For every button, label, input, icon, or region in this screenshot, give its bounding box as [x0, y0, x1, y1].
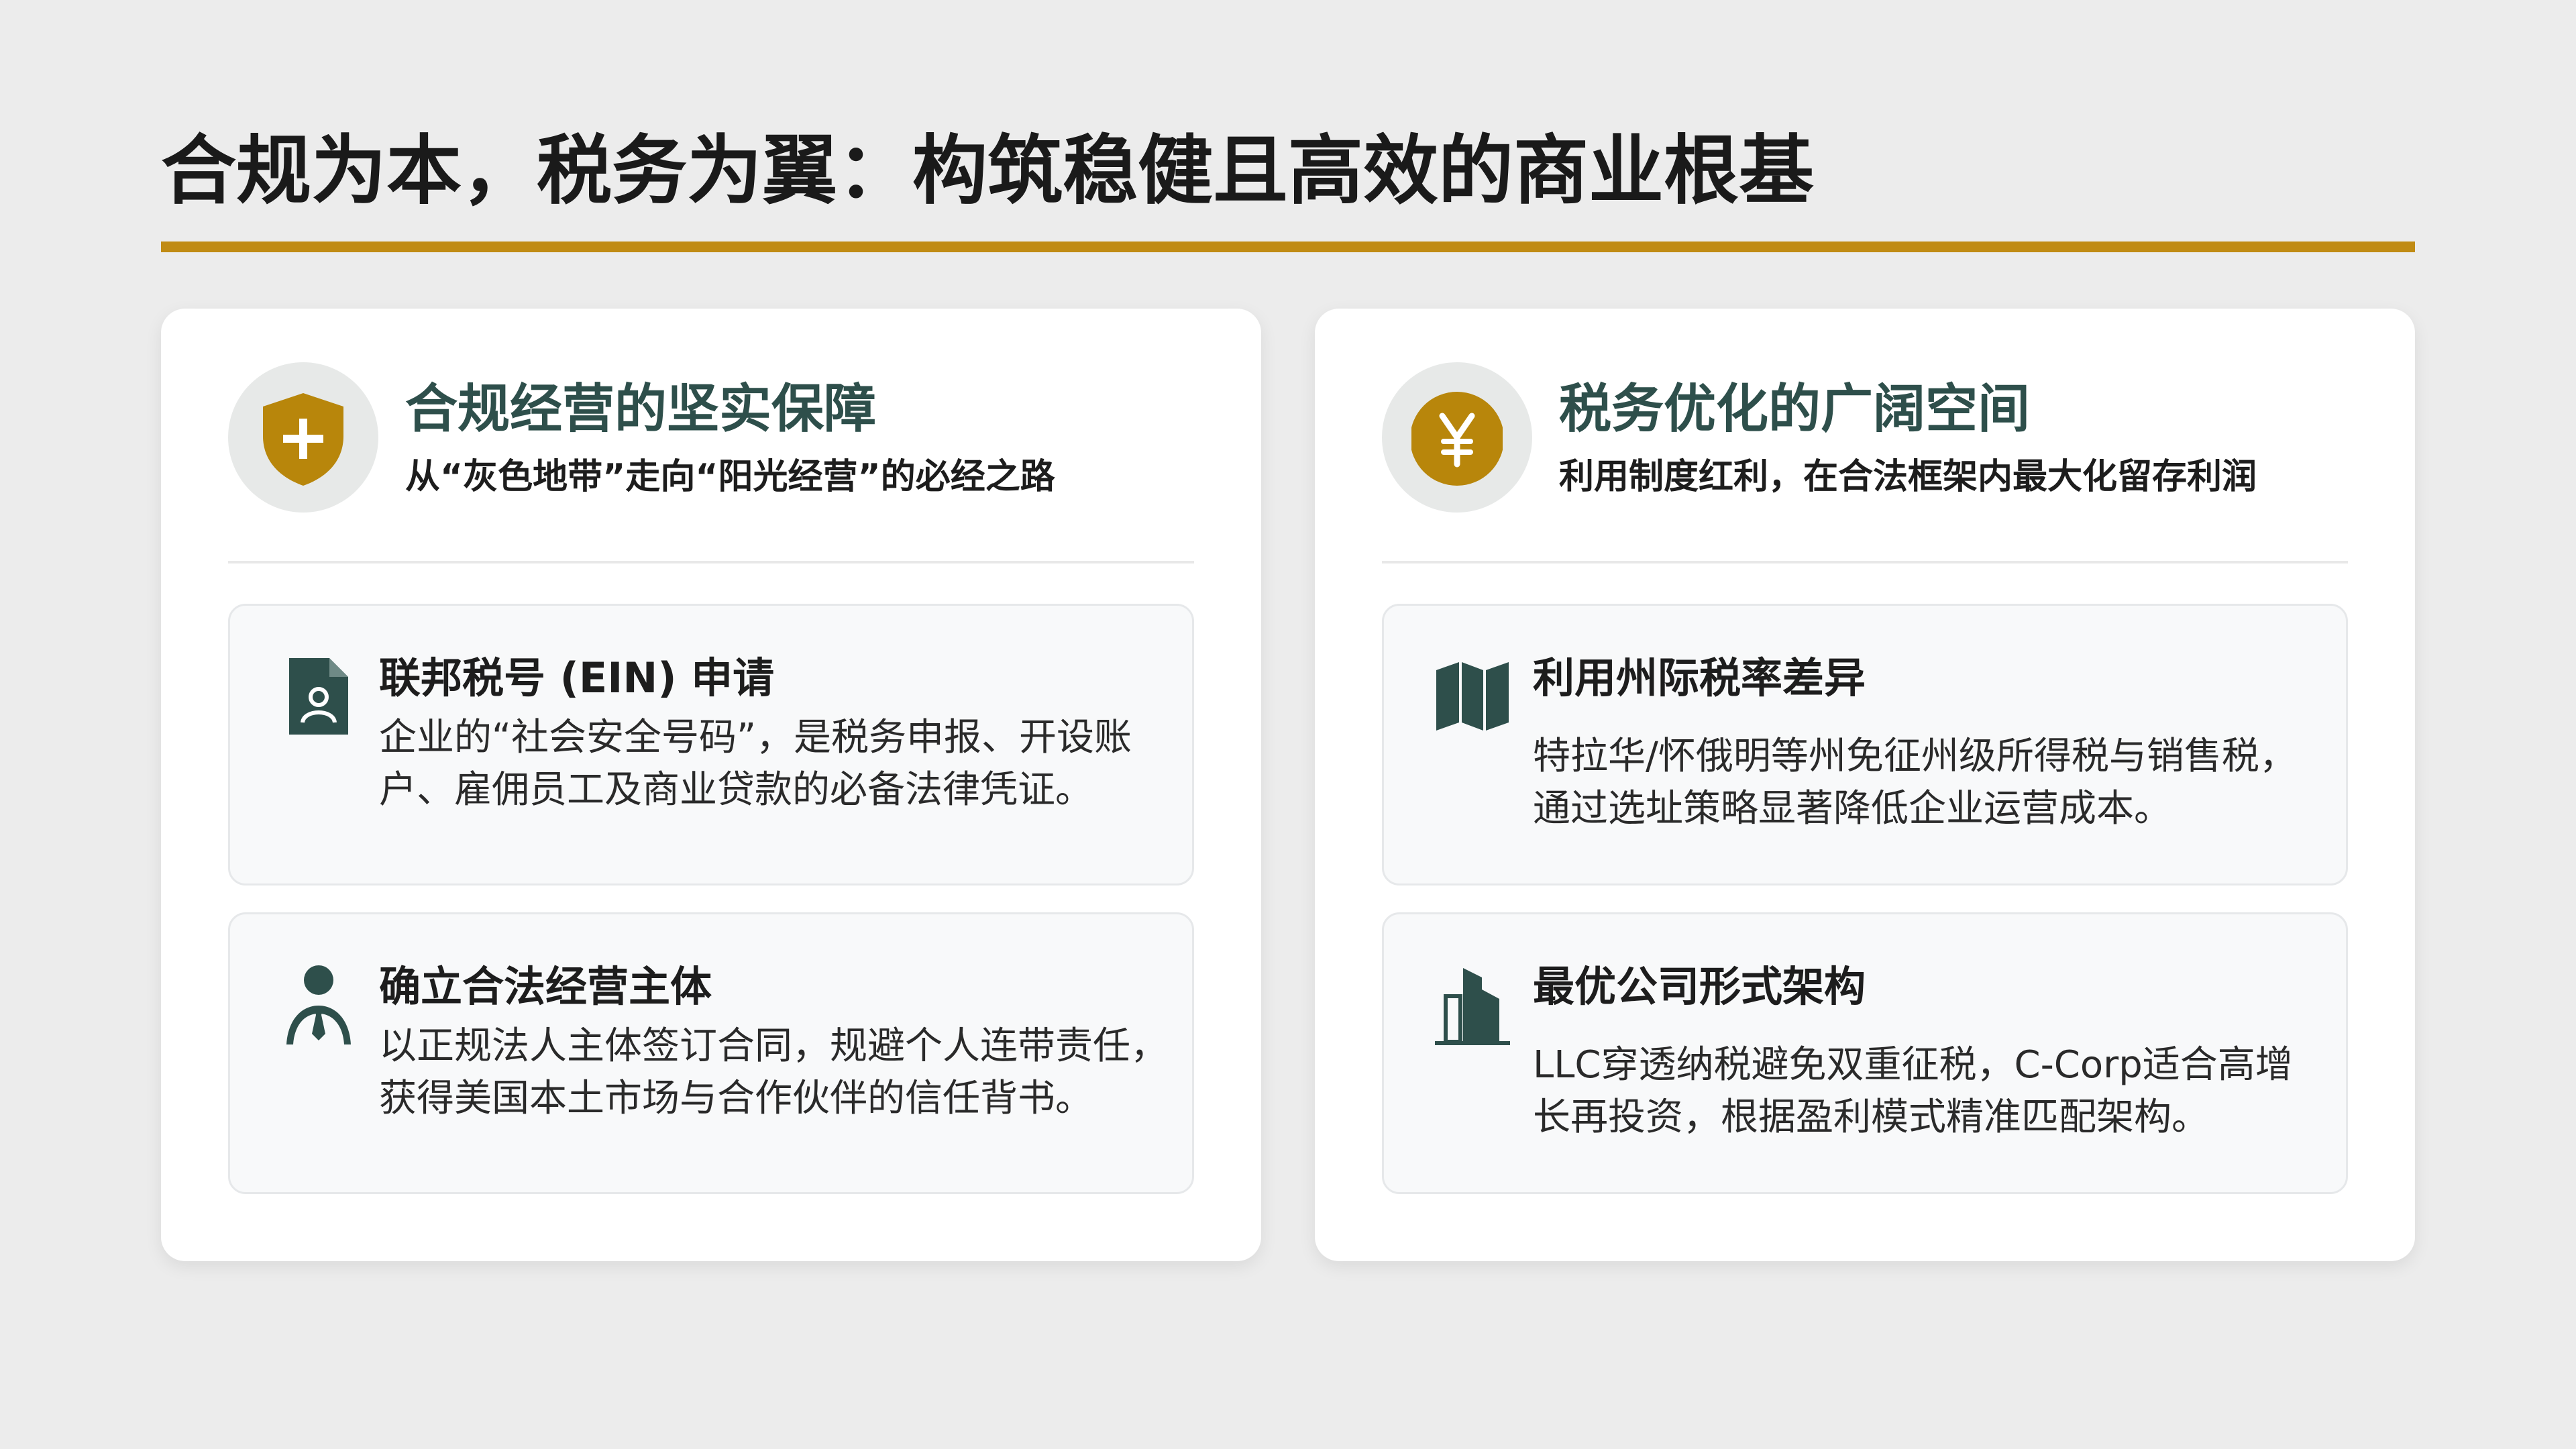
card-divider: [1382, 561, 2348, 564]
page-title: 合规为本，税务为翼：构筑稳健且高效的商业根基: [161, 127, 1814, 215]
compliance-card-subtitle: 从“灰色地带”走向“阳光经营”的必经之路: [405, 457, 1055, 497]
feature-item-title: 确立合法经营主体: [379, 962, 712, 1011]
tax-optimization-card: 税务优化的广阔空间 利用制度红利，在合法框架内最大化留存利润 利用州际税率差异 …: [1315, 309, 2415, 1261]
city-buildings-icon: [1432, 961, 1513, 1049]
feature-item-title: 最优公司形式架构: [1533, 962, 1866, 1011]
slide: 合规为本，税务为翼：构筑稳健且高效的商业根基 合规经营的坚实保障 从“灰色地带”…: [0, 0, 2576, 1449]
feature-item-company-structure: 最优公司形式架构 LLC穿透纳税避免双重征税，C-Corp适合高增长再投资，根据…: [1382, 912, 2348, 1194]
yen-coin-icon: [1382, 362, 1532, 513]
title-underline: [161, 241, 2415, 252]
feature-item-title: 联邦税号 (EIN) 申请: [379, 653, 775, 702]
tax-card-header: 税务优化的广阔空间 利用制度红利，在合法框架内最大化留存利润: [1382, 362, 2348, 517]
shield-plus-icon: [228, 362, 378, 513]
tax-card-title: 税务优化的广阔空间: [1559, 379, 2031, 439]
feature-item-state-tax: 利用州际税率差异 特拉华/怀俄明等州免征州级所得税与销售税，通过选址策略显著降低…: [1382, 604, 2348, 885]
feature-item-legal-entity: 确立合法经营主体 以正规法人主体签订合同，规避个人连带责任，获得美国本土市场与合…: [228, 912, 1194, 1194]
feature-item-title: 利用州际税率差异: [1533, 653, 1866, 702]
feature-item-ein: 联邦税号 (EIN) 申请 企业的“社会安全号码”，是税务申报、开设账户、雇佣员…: [228, 604, 1194, 885]
compliance-card: 合规经营的坚实保障 从“灰色地带”走向“阳光经营”的必经之路 联邦税号 (EIN…: [161, 309, 1261, 1261]
tax-card-subtitle: 利用制度红利，在合法框架内最大化留存利润: [1559, 457, 2257, 497]
feature-item-description: 特拉华/怀俄明等州免征州级所得税与销售税，通过选址策略显著降低企业运营成本。: [1533, 735, 2297, 830]
feature-item-description: 企业的“社会安全号码”，是税务申报、开设账户、雇佣员工及商业贷款的必备法律凭证。: [379, 716, 1132, 812]
business-person-icon: [278, 961, 359, 1049]
compliance-card-header: 合规经营的坚实保障 从“灰色地带”走向“阳光经营”的必经之路: [228, 362, 1194, 517]
feature-item-description: LLC穿透纳税避免双重征税，C-Corp适合高增长再投资，根据盈利模式精准匹配架…: [1533, 1043, 2293, 1139]
card-divider: [228, 561, 1194, 564]
feature-item-description: 以正规法人主体签订合同，规避个人连带责任，获得美国本土市场与合作伙伴的信任背书。: [379, 1024, 1168, 1120]
id-document-icon: [278, 653, 359, 740]
compliance-card-title: 合规经营的坚实保障: [405, 379, 877, 439]
folded-map-icon: [1432, 653, 1513, 740]
